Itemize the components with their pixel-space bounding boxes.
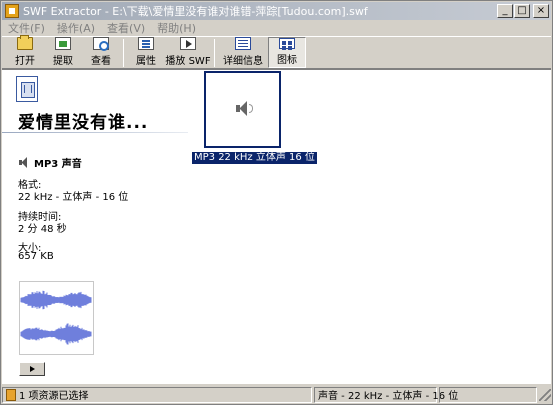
duration-value: 2 分 48 秒: [18, 224, 67, 235]
resource-type: MP3 声音: [18, 155, 82, 170]
details-icon: [235, 37, 251, 50]
icons-view-label: 图标: [277, 55, 297, 66]
icons-view-button[interactable]: 图标: [268, 37, 306, 68]
menu-action[interactable]: 操作(A): [51, 20, 101, 36]
waveform-graphic: [20, 290, 92, 345]
extract-icon: [55, 37, 71, 50]
resource-status-icon: [6, 388, 16, 401]
menu-file[interactable]: 文件(F): [2, 20, 51, 36]
play-swf-button[interactable]: 播放 SWF: [165, 37, 211, 68]
toolbar-separator: [123, 39, 124, 67]
close-button[interactable]: ×: [533, 4, 549, 18]
title-divider: [2, 132, 188, 133]
resource-thumbnail[interactable]: [204, 71, 281, 148]
properties-button[interactable]: 属性: [127, 37, 165, 68]
view-icon: [93, 37, 109, 51]
status-selection: 1 项资源已选择: [2, 386, 312, 403]
sound-icon: [234, 101, 254, 117]
minimize-button[interactable]: _: [497, 4, 513, 18]
play-swf-icon: [180, 37, 196, 50]
play-swf-label: 播放 SWF: [165, 56, 211, 67]
status-selection-text: 1 项资源已选择: [19, 391, 89, 402]
app-icon: [5, 4, 19, 18]
open-button[interactable]: 打开: [6, 35, 44, 68]
status-format-text: 声音 - 22 kHz - 立体声 - 16 位: [318, 391, 459, 402]
properties-icon: [138, 37, 154, 50]
size-value: 657 KB: [18, 251, 54, 262]
status-extra: [439, 386, 537, 403]
resource-view[interactable]: 爱情里没有谁... MP3 声音 格式: 22 kHz - 立体声 - 16 位…: [2, 69, 551, 384]
properties-label: 属性: [136, 56, 156, 67]
format-value: 22 kHz - 立体声 - 16 位: [18, 192, 129, 203]
sound-waves-icon: [249, 104, 253, 113]
toolbar-separator: [214, 39, 215, 67]
play-sound-button[interactable]: [19, 362, 45, 376]
extract-label: 提取: [53, 56, 73, 67]
waveform-preview: [19, 281, 94, 355]
window-title: SWF Extractor - E:\下载\爱情里没有谁对谁错-萍踪[Tudou…: [23, 5, 368, 18]
open-label: 打开: [15, 56, 35, 67]
menu-help[interactable]: 帮助(H): [151, 20, 202, 36]
window-controls: _ □ ×: [497, 4, 549, 18]
speaker-icon: [18, 156, 32, 169]
details-view-button[interactable]: 详细信息: [218, 37, 268, 68]
menu-view[interactable]: 查看(V): [101, 20, 151, 36]
app-window: SWF Extractor - E:\下载\爱情里没有谁对谁错-萍踪[Tudou…: [0, 0, 553, 405]
maximize-button[interactable]: □: [514, 4, 530, 18]
info-title: 爱情里没有谁...: [18, 113, 149, 133]
view-label: 查看: [91, 56, 111, 67]
status-bar: 1 项资源已选择 声音 - 22 kHz - 立体声 - 16 位: [2, 385, 551, 404]
extract-button[interactable]: 提取: [44, 37, 82, 68]
resource-item-label[interactable]: MP3 22 kHz 立体声 16 位: [192, 152, 317, 164]
resource-type-label: MP3 声音: [34, 159, 82, 170]
menu-bar: 文件(F) 操作(A) 查看(V) 帮助(H): [2, 20, 551, 36]
view-button[interactable]: 查看: [82, 37, 120, 68]
resize-grip[interactable]: [539, 388, 551, 401]
status-format: 声音 - 22 kHz - 立体声 - 16 位: [314, 386, 458, 403]
info-panel: 爱情里没有谁... MP3 声音 格式: 22 kHz - 立体声 - 16 位…: [2, 70, 188, 384]
details-label: 详细信息: [223, 56, 263, 67]
open-folder-icon: [17, 35, 33, 50]
swf-document-icon: [16, 76, 38, 102]
toolbar: 打开 提取 查看 属性 播放 SWF 详细信息 图标: [2, 35, 551, 69]
icons-view-icon: [279, 38, 295, 49]
title-bar: SWF Extractor - E:\下载\爱情里没有谁对谁错-萍踪[Tudou…: [2, 2, 551, 20]
